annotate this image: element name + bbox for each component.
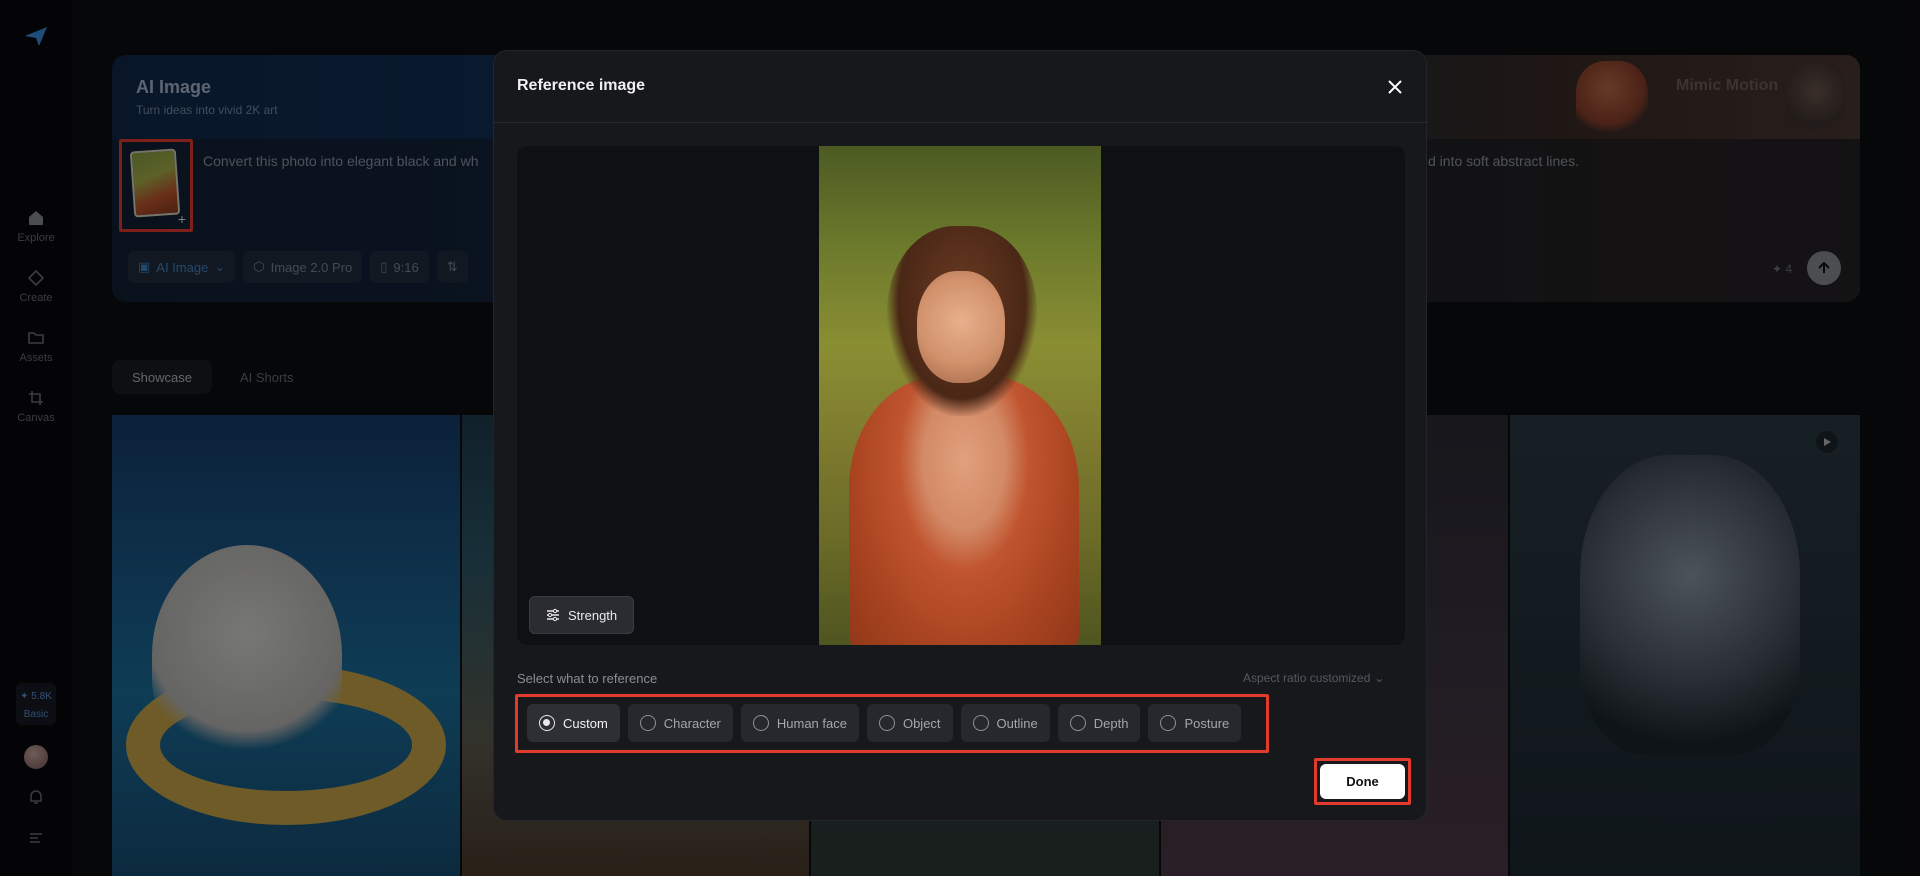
done-highlight: Done: [1314, 758, 1411, 805]
radio-icon: [878, 715, 895, 731]
radio-icon: [1160, 715, 1177, 731]
option-human-face[interactable]: Human face: [740, 704, 859, 742]
aspect-ratio-label: Aspect ratio customized: [1243, 671, 1371, 685]
option-outline[interactable]: Outline: [960, 704, 1050, 742]
option-label: Object: [902, 715, 941, 731]
option-posture[interactable]: Posture: [1148, 704, 1242, 742]
close-button[interactable]: [1383, 75, 1407, 99]
option-label: Human face: [776, 715, 847, 731]
photo-face: [917, 271, 1005, 383]
header-divider: [494, 122, 1428, 123]
option-label: Outline: [996, 715, 1038, 731]
radio-selected-icon: [539, 715, 555, 731]
close-icon: [1388, 80, 1402, 94]
sliders-icon: [547, 608, 559, 622]
chevron-down-icon: ⌄: [1374, 671, 1385, 685]
radio-icon: [639, 715, 656, 731]
option-object[interactable]: Object: [866, 704, 953, 742]
option-label: Posture: [1184, 715, 1230, 731]
image-preview: Strength: [517, 146, 1405, 645]
option-custom[interactable]: Custom: [527, 704, 620, 742]
reference-photo: [819, 146, 1101, 645]
modal-title: Reference image: [517, 77, 646, 94]
select-reference-label: Select what to reference: [517, 671, 658, 686]
strength-button[interactable]: Strength: [529, 596, 635, 634]
strength-label: Strength: [568, 607, 618, 623]
option-label: Depth: [1093, 715, 1129, 731]
done-button[interactable]: Done: [1320, 764, 1405, 799]
radio-icon: [1069, 715, 1086, 731]
option-character[interactable]: Character: [627, 704, 733, 742]
photo-body: [849, 376, 1079, 645]
option-depth[interactable]: Depth: [1057, 704, 1141, 742]
reference-image-modal: Reference image Strength Select what to …: [493, 50, 1428, 821]
aspect-ratio-dropdown[interactable]: Aspect ratio customized ⌄: [1243, 671, 1384, 685]
option-label: Character: [663, 715, 721, 731]
reference-type-options: Custom Character Human face Object Outli…: [515, 694, 1269, 753]
radio-icon: [752, 715, 769, 731]
option-label: Custom: [563, 715, 608, 731]
radio-icon: [972, 715, 989, 731]
